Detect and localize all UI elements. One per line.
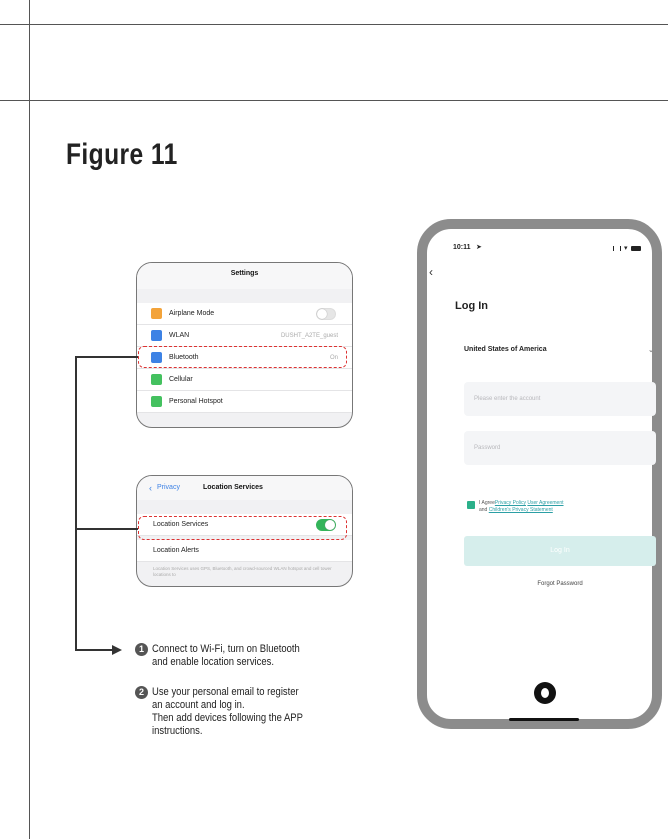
children-privacy-link[interactable]: Children's Privacy Statement [489, 507, 553, 513]
settings-row-label: Airplane Mode [169, 310, 215, 317]
location-highlight [138, 516, 347, 540]
user-agreement-link[interactable]: User Agreement [527, 500, 563, 506]
navigation-arrow-icon: ➤ [476, 244, 482, 251]
location-header-bar: ‹ Privacy Location Services [137, 476, 352, 500]
signal-icon [613, 245, 621, 251]
step-two-text: Use your personal email to register an a… [152, 686, 358, 738]
back-label[interactable]: Privacy [157, 476, 180, 500]
arrow-head-icon [112, 645, 122, 655]
privacy-policy-link[interactable]: Privacy Policy [495, 500, 526, 506]
apple-glyph [541, 688, 549, 698]
home-indicator [509, 718, 579, 721]
country-label: United States of America [464, 346, 547, 353]
agreement-text: I AgreePrivacy Policy User Agreement and… [479, 500, 654, 514]
country-selector[interactable]: United States of America ⌄ [464, 346, 654, 354]
battery-icon [630, 245, 641, 251]
step-line: Use your personal email to register [152, 686, 299, 698]
connector-location [75, 528, 138, 530]
settings-header: Settings [137, 263, 352, 289]
apple-login-icon[interactable] [534, 682, 556, 704]
cellular-icon [151, 374, 162, 385]
step-one-text: Connect to Wi-Fi, turn on Bluetooth and … [152, 643, 358, 669]
divider-line-bottom [0, 100, 668, 101]
signal-wifi-battery-icons: ▾ [613, 244, 641, 252]
settings-row-label: Cellular [169, 376, 193, 383]
left-margin-line [29, 0, 30, 839]
divider-line-top [0, 24, 668, 25]
login-heading: Log In [455, 300, 488, 312]
bluetooth-highlight [138, 346, 347, 368]
step-line: instructions. [152, 725, 203, 737]
connector-bluetooth [75, 356, 138, 358]
airplane-icon [151, 308, 162, 319]
dropdown-icon: ⌄ [648, 347, 654, 354]
settings-row-hotspot[interactable]: Personal Hotspot [137, 391, 352, 413]
step-line: and enable location services. [152, 656, 275, 668]
status-time: 10:11 [453, 244, 471, 251]
settings-row-value: DUSHT_A2TE_guest [280, 332, 338, 339]
account-input[interactable]: Please enter the account [464, 382, 656, 416]
wifi-icon [151, 330, 162, 341]
connector-vertical [75, 356, 77, 650]
settings-row-label: Personal Hotspot [169, 398, 223, 405]
agreement-checkbox[interactable] [467, 501, 475, 509]
step-number: 1 [135, 643, 148, 656]
airplane-toggle[interactable] [316, 307, 336, 320]
phone-frame: 10:11 ➤ ▾ ‹ Log In United States of Amer… [417, 219, 662, 729]
settings-row-label: WLAN [169, 332, 190, 339]
forgot-password-link[interactable]: Forgot Password [464, 581, 656, 587]
wifi-status-icon: ▾ [624, 245, 628, 252]
location-row-alerts[interactable]: Location Alerts [137, 540, 352, 562]
password-input[interactable]: Password [464, 431, 656, 465]
back-chevron-icon[interactable]: ‹ [149, 476, 152, 500]
location-row-label: Location Alerts [153, 547, 199, 554]
agree-prefix: I Agree [479, 500, 495, 506]
settings-row-wlan[interactable]: WLAN DUSHT_A2TE_guest [137, 325, 352, 347]
step-line: an account and log in. [152, 699, 245, 711]
back-arrow-icon[interactable]: ‹ [429, 265, 433, 279]
step-number: 2 [135, 686, 148, 699]
settings-panel: Settings Airplane Mode WLAN DUSHT_A2TE_g… [136, 262, 353, 428]
login-button[interactable]: Log In [464, 536, 656, 566]
figure-title: Figure 11 [66, 138, 178, 171]
settings-row-airplane[interactable]: Airplane Mode [137, 303, 352, 325]
step-line: Then add devices following the APP [152, 712, 303, 724]
connector-arrow-line [75, 649, 115, 651]
location-footer: Location Services uses GPS, Bluetooth, a… [153, 566, 332, 577]
step-line: Connect to Wi-Fi, turn on Bluetooth [152, 643, 300, 655]
and-text: and [479, 507, 488, 513]
location-header: Location Services [203, 484, 263, 491]
settings-row-cellular[interactable]: Cellular [137, 369, 352, 391]
hotspot-icon [151, 396, 162, 407]
